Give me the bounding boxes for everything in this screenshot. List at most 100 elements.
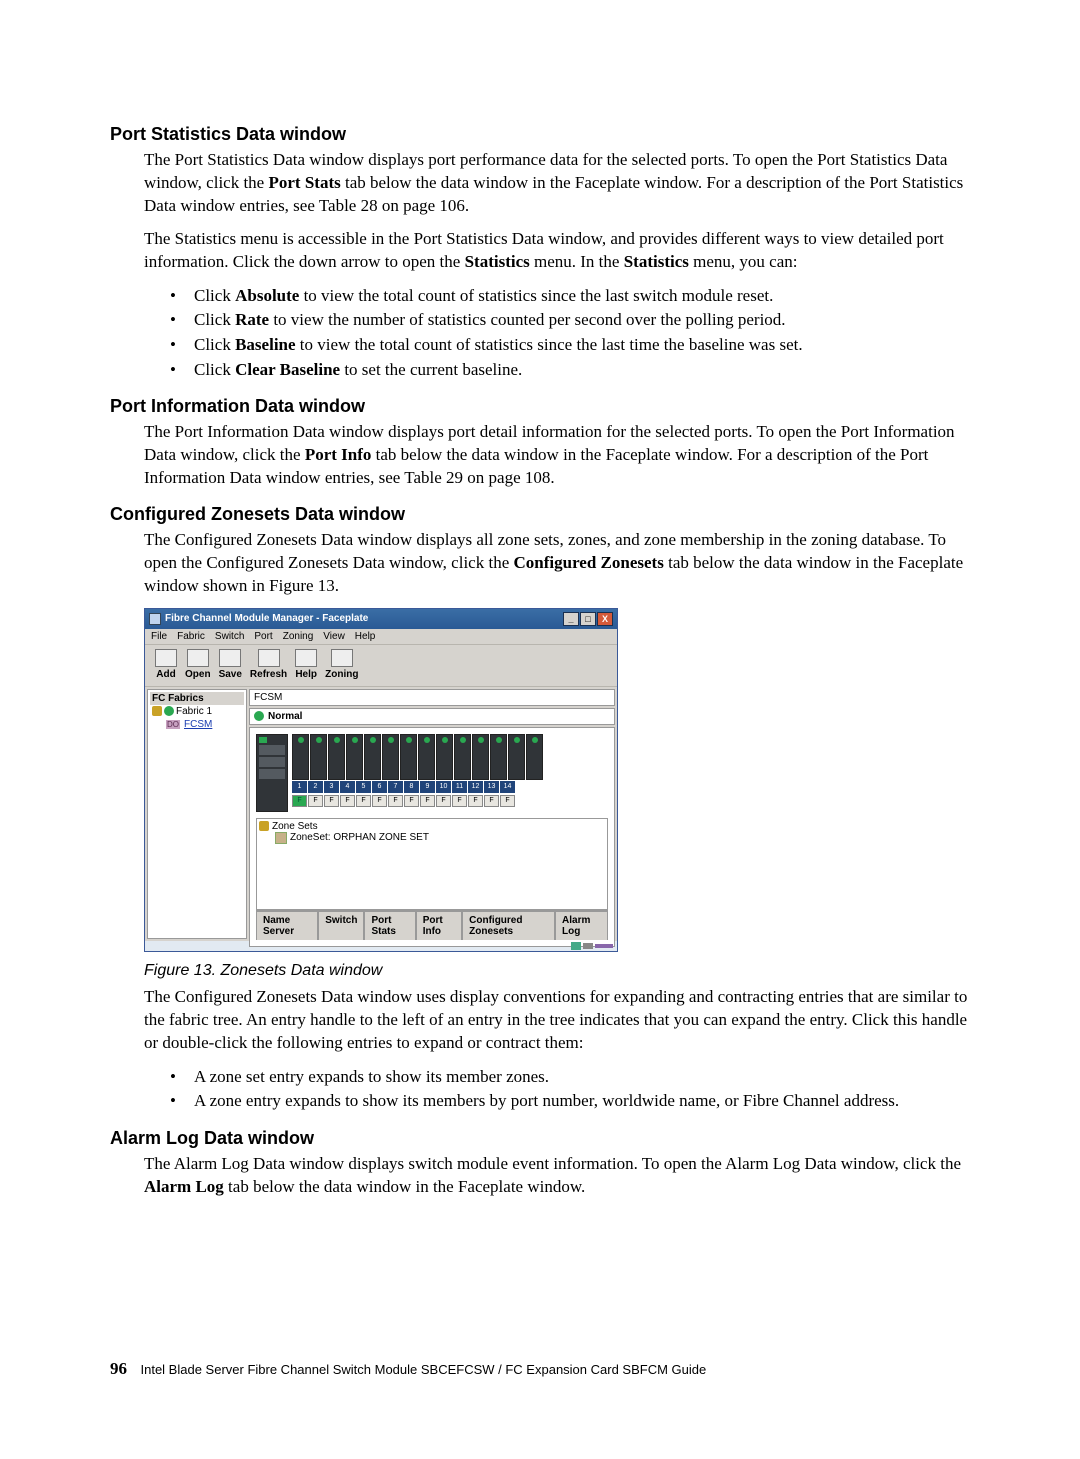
- text: menu. In the: [530, 252, 624, 271]
- port-info-p1: The Port Information Data window display…: [144, 421, 970, 490]
- port-number: 4: [340, 781, 355, 793]
- port-slot[interactable]: [472, 734, 489, 780]
- heading-alarm-log: Alarm Log Data window: [110, 1128, 970, 1149]
- text: to view the total count of statistics si…: [299, 286, 773, 305]
- data-window-tabs: Name Server Switch Port Stats Port Info …: [256, 910, 608, 940]
- list-item: A zone set entry expands to show its mem…: [170, 1065, 970, 1090]
- close-button[interactable]: X: [597, 612, 613, 626]
- key-icon: [152, 706, 162, 716]
- port-slot[interactable]: [292, 734, 309, 780]
- tab-name-server[interactable]: Name Server: [256, 911, 318, 940]
- menu-zoning[interactable]: Zoning: [283, 631, 314, 642]
- tab-port-info[interactable]: Port Info: [416, 911, 462, 940]
- bold-alarm-log: Alarm Log: [144, 1177, 224, 1196]
- port-slot[interactable]: [436, 734, 453, 780]
- toolbar-open[interactable]: Open: [185, 649, 211, 680]
- fabric-tree-row[interactable]: Fabric 1: [150, 705, 244, 718]
- menubar: File Fabric Switch Port Zoning View Help: [145, 629, 617, 645]
- port-slot[interactable]: [508, 734, 525, 780]
- port-number: 6: [372, 781, 387, 793]
- tab-configured-zonesets[interactable]: Configured Zonesets: [462, 911, 555, 940]
- faceplate-screenshot: Fibre Channel Module Manager - Faceplate…: [144, 608, 618, 952]
- port-slot[interactable]: [490, 734, 507, 780]
- switch-left-panel: [256, 734, 288, 812]
- text: Click: [194, 360, 235, 379]
- status-icon-1: [571, 942, 581, 950]
- text: The Alarm Log Data window displays switc…: [144, 1154, 961, 1173]
- zoneset-entry[interactable]: ZoneSet: ORPHAN ZONE SET: [259, 832, 605, 844]
- tab-switch[interactable]: Switch: [318, 911, 364, 940]
- add-icon: [155, 649, 177, 667]
- menu-port[interactable]: Port: [254, 631, 272, 642]
- status-text: Normal: [268, 711, 302, 722]
- fcsm-label: FCSM: [184, 719, 212, 730]
- port-slot[interactable]: [328, 734, 345, 780]
- toolbar-refresh[interactable]: Refresh: [250, 649, 287, 680]
- port-slot[interactable]: [526, 734, 543, 780]
- port-type: F: [292, 795, 307, 807]
- bold-port-stats: Port Stats: [268, 173, 340, 192]
- status-row: Normal: [249, 708, 615, 725]
- status-bulb-icon: [164, 706, 174, 716]
- switch-panel: 1234567891011121314 FFFFFFFFFFFFFF Zone …: [249, 727, 615, 947]
- text: Click: [194, 335, 235, 354]
- port-type: F: [500, 795, 515, 807]
- bold-rate: Rate: [235, 310, 269, 329]
- port-slot[interactable]: [364, 734, 381, 780]
- bold-clear-baseline: Clear Baseline: [235, 360, 340, 379]
- toolbar-save[interactable]: Save: [219, 649, 242, 680]
- bold-absolute: Absolute: [235, 286, 299, 305]
- maximize-button[interactable]: □: [580, 612, 596, 626]
- text: to view the total count of statistics si…: [296, 335, 803, 354]
- port-type: F: [308, 795, 323, 807]
- text: to view the number of statistics counted…: [269, 310, 785, 329]
- port-number: 10: [436, 781, 451, 793]
- port-slot[interactable]: [310, 734, 327, 780]
- bold-statistics-2: Statistics: [624, 252, 689, 271]
- port-number: 7: [388, 781, 403, 793]
- zoneset-icon: [275, 832, 287, 844]
- zoneset-tree: Zone Sets ZoneSet: ORPHAN ZONE SET: [256, 818, 608, 910]
- toolbar-add[interactable]: Add: [155, 649, 177, 680]
- bold-baseline: Baseline: [235, 335, 295, 354]
- fcsm-badge-icon: DO: [166, 720, 180, 729]
- fcsm-tree-row[interactable]: DO FCSM: [150, 718, 244, 731]
- toolbar-help[interactable]: Help: [295, 649, 317, 680]
- menu-help[interactable]: Help: [355, 631, 376, 642]
- refresh-icon: [258, 649, 280, 667]
- zonesets-root[interactable]: Zone Sets: [259, 821, 605, 832]
- port-number: 5: [356, 781, 371, 793]
- menu-switch[interactable]: Switch: [215, 631, 244, 642]
- status-icon-2: [583, 943, 593, 949]
- fabric-label: Fabric 1: [176, 706, 212, 717]
- status-icon-3: [595, 944, 613, 948]
- port-type: F: [452, 795, 467, 807]
- port-slot[interactable]: [400, 734, 417, 780]
- port-number: 11: [452, 781, 467, 793]
- port-number: 9: [420, 781, 435, 793]
- port-slot[interactable]: [454, 734, 471, 780]
- list-item: A zone entry expands to show its members…: [170, 1089, 970, 1114]
- port-slot[interactable]: [382, 734, 399, 780]
- tab-alarm-log[interactable]: Alarm Log: [555, 911, 608, 940]
- toolbar-zoning[interactable]: Zoning: [325, 649, 358, 680]
- status-name: FCSM: [254, 692, 282, 703]
- menu-fabric[interactable]: Fabric: [177, 631, 205, 642]
- minimize-button[interactable]: _: [563, 612, 579, 626]
- text: to set the current baseline.: [340, 360, 522, 379]
- port-type: F: [340, 795, 355, 807]
- port-slot[interactable]: [346, 734, 363, 780]
- menu-view[interactable]: View: [323, 631, 345, 642]
- zoning-icon: [331, 649, 353, 667]
- app-icon: [149, 613, 161, 625]
- page-footer: 96 Intel Blade Server Fibre Channel Swit…: [110, 1359, 970, 1379]
- port-type: F: [324, 795, 339, 807]
- menu-file[interactable]: File: [151, 631, 167, 642]
- port-slot[interactable]: [418, 734, 435, 780]
- heading-port-info: Port Information Data window: [110, 396, 970, 417]
- port-type: F: [436, 795, 451, 807]
- port-number: 3: [324, 781, 339, 793]
- zoneset-entry-label: ZoneSet: ORPHAN ZONE SET: [290, 832, 429, 843]
- page-number: 96: [110, 1359, 127, 1378]
- tab-port-stats[interactable]: Port Stats: [364, 911, 415, 940]
